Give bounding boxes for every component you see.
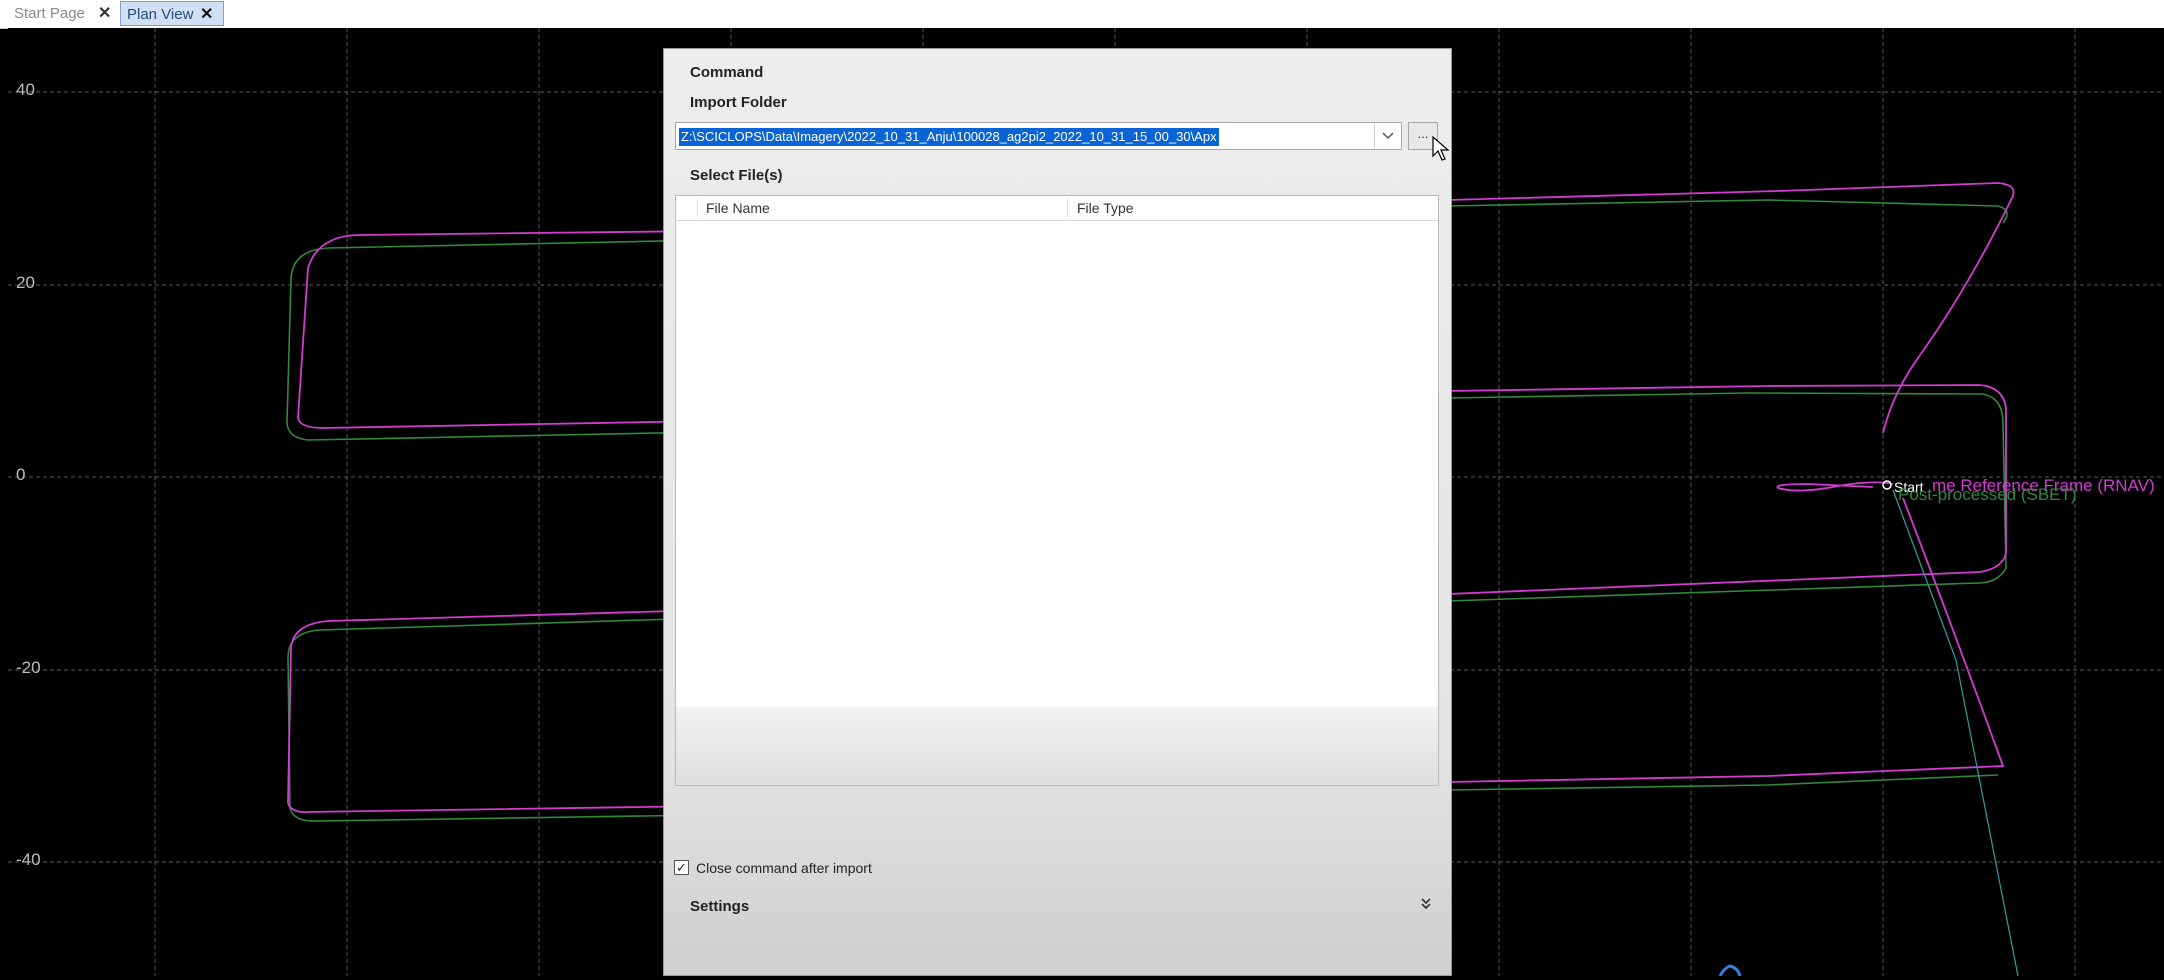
chevron-double-down-icon[interactable] <box>1420 897 1432 914</box>
column-header-file-type[interactable]: File Type <box>1077 200 1134 216</box>
import-command-panel: Command Import Folder Z:\SCICLOPS\Data\I… <box>663 48 1452 976</box>
y-tick-label: -20 <box>16 658 41 677</box>
y-tick-label: 0 <box>16 465 26 484</box>
sbet-label: Post-processed (SBET) <box>1898 485 2077 504</box>
tab-label: Start Page <box>14 5 85 22</box>
settings-expander[interactable]: Settings <box>664 889 1451 923</box>
y-tick-label: 20 <box>16 273 35 292</box>
import-folder-label: Import Folder <box>690 94 787 111</box>
folder-path-value[interactable]: Z:\SCICLOPS\Data\Imagery\2022_10_31_Anju… <box>679 128 1219 146</box>
file-list-header: File Name File Type <box>676 196 1438 221</box>
close-icon[interactable]: ✕ <box>98 1 111 26</box>
tab-plan-view[interactable]: Plan View ✕ <box>120 1 224 26</box>
y-tick-label: -40 <box>16 850 41 869</box>
select-files-label: Select File(s) <box>690 167 783 184</box>
file-list[interactable]: File Name File Type <box>675 195 1439 786</box>
import-folder-combobox[interactable]: Z:\SCICLOPS\Data\Imagery\2022_10_31_Anju… <box>675 122 1402 150</box>
document-tab-strip: Start Page ✕ Plan View ✕ <box>0 0 2164 29</box>
column-header-file-name[interactable]: File Name <box>706 200 770 216</box>
mouse-pointer-icon <box>1432 135 1452 167</box>
marker-circle-icon <box>1718 964 1742 976</box>
column-divider[interactable] <box>1067 199 1068 217</box>
tab-label: Plan View <box>127 6 194 23</box>
settings-label[interactable]: Settings <box>690 898 749 915</box>
tab-start-page[interactable]: Start Page ✕ <box>8 1 120 26</box>
close-icon[interactable]: ✕ <box>200 2 213 27</box>
file-list-footer <box>676 707 1438 785</box>
chevron-down-icon[interactable] <box>1374 123 1401 149</box>
y-tick-label: 40 <box>16 80 35 99</box>
close-after-import-label[interactable]: Close command after import <box>696 860 872 876</box>
command-heading: Command <box>690 64 764 81</box>
close-after-import-checkbox[interactable]: ✓ <box>674 860 689 875</box>
heading-line <box>1892 489 2019 976</box>
column-divider <box>697 199 698 217</box>
